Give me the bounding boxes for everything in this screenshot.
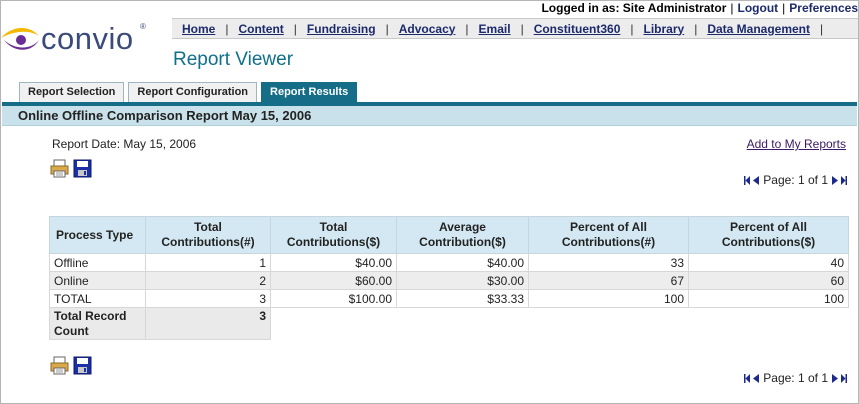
table-row: Offline 1 $40.00 $40.00 33 40	[49, 253, 849, 272]
next-page-icon[interactable]	[832, 373, 838, 383]
report-tabs: Report Selection Report Configuration Re…	[19, 82, 358, 102]
nav-email[interactable]: Email	[469, 22, 521, 36]
table-cell: $40.00	[270, 253, 397, 272]
table-cell: $30.00	[396, 271, 529, 290]
preferences-link[interactable]: Preferences	[789, 1, 858, 15]
col-average-contribution: Average Contribution($)	[396, 216, 529, 254]
table-cell: 67	[528, 271, 689, 290]
report-date: Report Date: May 15, 2006	[52, 137, 197, 151]
logo-registered-mark: ®	[140, 22, 146, 31]
prev-page-icon[interactable]	[753, 373, 760, 383]
table-cell: 60	[688, 271, 849, 290]
convio-logo[interactable]: convio ®	[1, 18, 171, 58]
record-count-label: Total Record Count	[49, 307, 146, 340]
table-cell: Offline	[49, 253, 146, 272]
user-bar: Logged in as: Site Administrator | Logout |…	[541, 1, 858, 15]
bottom-action-icons	[50, 356, 92, 375]
table-cell: 2	[145, 271, 271, 290]
page-indicator: Page: 1 of 1	[763, 371, 828, 385]
report-header: Online Offline Comparison Report May 15,…	[2, 106, 857, 126]
tab-report-results[interactable]: Report Results	[261, 82, 358, 102]
table-row: TOTAL 3 $100.00 $33.33 100 100	[49, 289, 849, 308]
add-to-my-reports-link[interactable]: Add to My Reports	[747, 137, 846, 151]
table-cell: TOTAL	[49, 289, 146, 308]
nav-home[interactable]: Home	[172, 22, 225, 36]
nav-advocacy[interactable]: Advocacy	[389, 22, 466, 36]
table-row: Online 2 $60.00 $30.00 67 60	[49, 271, 849, 290]
page-title: Report Viewer	[173, 49, 294, 70]
col-percent-contributions-count: Percent of All Contributions(#)	[528, 216, 689, 254]
save-icon[interactable]	[73, 356, 92, 375]
print-icon[interactable]	[50, 159, 69, 178]
nav-library[interactable]: Library	[634, 22, 695, 36]
col-total-contributions-amount: Total Contributions($)	[270, 216, 397, 254]
table-cell: 3	[145, 289, 271, 308]
nav-constituent360[interactable]: Constituent360	[524, 22, 631, 36]
top-action-icons	[50, 159, 92, 178]
nav-fundraising[interactable]: Fundraising	[297, 22, 386, 36]
col-process-type: Process Type	[49, 216, 146, 254]
table-cell: 100	[528, 289, 689, 308]
first-page-icon[interactable]	[743, 373, 751, 383]
logo-text: convio	[41, 21, 134, 56]
table-cell: 33	[528, 253, 689, 272]
main-nav: Home | Content | Fundraising | Advocacy | Em…	[172, 18, 858, 39]
table-cell: Online	[49, 271, 146, 290]
report-table: Process Type Total Contributions(#) Tota…	[49, 216, 849, 340]
tab-report-selection[interactable]: Report Selection	[19, 82, 125, 102]
convio-logo-mark-icon	[1, 27, 39, 50]
table-cell: $40.00	[396, 253, 529, 272]
record-count-row: Total Record Count 3	[49, 307, 849, 340]
page-indicator: Page: 1 of 1	[763, 173, 828, 187]
table-cell: $33.33	[396, 289, 529, 308]
last-page-icon[interactable]	[840, 373, 848, 383]
record-count-value: 3	[145, 307, 271, 340]
bottom-pager: Page: 1 of 1	[743, 371, 848, 385]
print-icon[interactable]	[50, 356, 69, 375]
tab-report-configuration[interactable]: Report Configuration	[128, 82, 258, 102]
last-page-icon[interactable]	[840, 175, 848, 185]
logged-in-text: Logged in as: Site Administrator	[541, 1, 727, 15]
nav-content[interactable]: Content	[228, 22, 293, 36]
table-cell: 100	[688, 289, 849, 308]
table-header-row: Process Type Total Contributions(#) Tota…	[49, 216, 849, 254]
logout-link[interactable]: Logout	[738, 1, 779, 15]
col-total-contributions-count: Total Contributions(#)	[145, 216, 271, 254]
col-percent-contributions-amount: Percent of All Contributions($)	[688, 216, 849, 254]
nav-data-management[interactable]: Data Management	[697, 22, 820, 36]
table-cell: 40	[688, 253, 849, 272]
next-page-icon[interactable]	[832, 175, 838, 185]
table-cell: $60.00	[270, 271, 397, 290]
top-pager: Page: 1 of 1	[743, 173, 848, 187]
table-cell: 1	[145, 253, 271, 272]
save-icon[interactable]	[73, 159, 92, 178]
first-page-icon[interactable]	[743, 175, 751, 185]
table-cell: $100.00	[270, 289, 397, 308]
prev-page-icon[interactable]	[753, 175, 760, 185]
